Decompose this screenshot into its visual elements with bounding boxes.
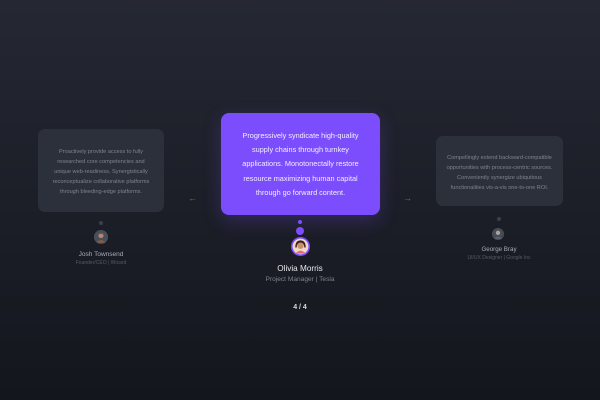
testimonial-card-active: Progressively syndicate high-quality sup… bbox=[221, 113, 380, 215]
slide-counter: 4 / 4 bbox=[293, 304, 307, 311]
testimonial-name: Josh Townsend bbox=[78, 251, 124, 258]
avatar bbox=[291, 237, 310, 256]
testimonial-role: UI/UX Designer | Google Inc bbox=[467, 255, 531, 261]
pointer-dot bbox=[298, 220, 302, 224]
avatar bbox=[492, 228, 504, 240]
testimonial-card-previous[interactable]: Proactively provide access to fully rese… bbox=[38, 129, 164, 212]
arrow-left-icon[interactable]: ← bbox=[188, 194, 197, 203]
pointer-dot bbox=[296, 227, 304, 235]
arrow-right-icon[interactable]: → bbox=[403, 194, 412, 203]
testimonial-role: Project Manager | Tesla bbox=[265, 276, 335, 283]
testimonial-quote: Compellingly extend backward-compatible … bbox=[446, 155, 553, 191]
testimonial-quote: Progressively syndicate high-quality sup… bbox=[242, 131, 359, 197]
avatar bbox=[94, 230, 108, 244]
pointer-dot bbox=[497, 217, 501, 221]
pointer-dot bbox=[99, 221, 103, 225]
testimonial-name: George Bray bbox=[481, 246, 517, 253]
testimonial-card-next[interactable]: Compellingly extend backward-compatible … bbox=[436, 136, 563, 206]
testimonial-name: Olivia Morris bbox=[277, 264, 323, 273]
testimonial-quote: Proactively provide access to fully rese… bbox=[52, 149, 150, 195]
testimonial-role: Founder/CEO | Wizard bbox=[75, 260, 127, 266]
